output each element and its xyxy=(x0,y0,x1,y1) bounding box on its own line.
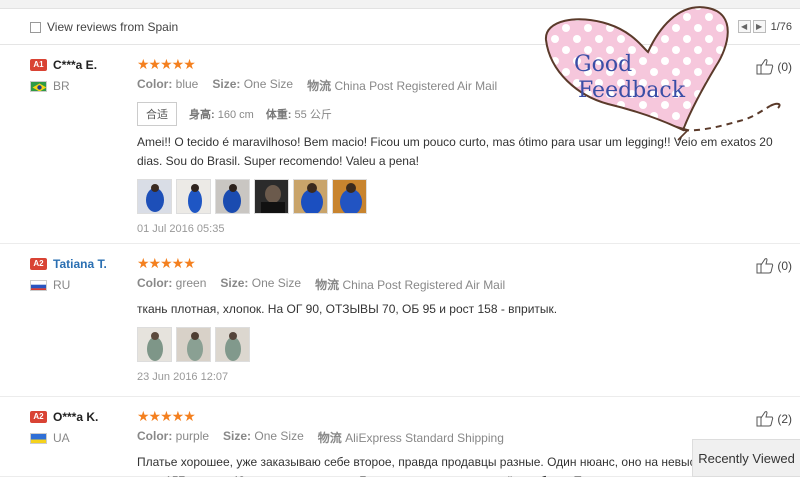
reviewer-info: A1 C***a E. BR xyxy=(30,58,130,93)
brazil-flag-icon xyxy=(30,80,47,92)
logistics-value: China Post Registered Air Mail xyxy=(342,278,506,292)
logistics-label: 物流 xyxy=(315,278,340,292)
review-date: 01 Jul 2016 05:35 xyxy=(137,223,225,235)
review-photo-thumbnail[interactable] xyxy=(215,327,250,362)
buyer-level-badge: A1 xyxy=(30,59,47,71)
review-photo-thumbnail[interactable] xyxy=(137,327,172,362)
helpful-button[interactable]: (2) xyxy=(756,410,792,427)
review-item: A2 Tatiana T. RU ★★★★★ Color: green Size… xyxy=(0,245,800,397)
height-value: 160 cm xyxy=(217,109,254,121)
russia-flag-icon xyxy=(30,279,47,291)
fit-badge: 合适 xyxy=(137,102,177,126)
review-photo-thumbnail[interactable] xyxy=(137,179,172,214)
size-label: Size: xyxy=(220,276,249,290)
reviewer-name: O***a K. xyxy=(53,410,99,424)
good-feedback-line2: Feedback xyxy=(578,78,686,103)
helpful-count: (0) xyxy=(777,258,792,273)
review-text: ткань плотная, хлопок. На ОГ 90, ОТЗЫВЫ … xyxy=(137,302,558,316)
filter-checkbox[interactable] xyxy=(30,21,41,33)
review-photos xyxy=(137,327,792,362)
size-label: Size: xyxy=(212,77,241,91)
review-photo-thumbnail[interactable] xyxy=(254,179,289,214)
weight-value: 55 公斤 xyxy=(294,109,332,121)
reviewer-name: C***a E. xyxy=(53,58,98,72)
color-label: Color: xyxy=(137,429,173,443)
reviewer-info: A2 O***a K. UA xyxy=(30,410,130,445)
thumbs-up-icon xyxy=(756,258,774,274)
buyer-level-badge: A2 xyxy=(30,258,47,270)
reviewer-info: A2 Tatiana T. RU xyxy=(30,257,130,292)
logistics-value: AliExpress Standard Shipping xyxy=(345,431,504,445)
logistics-label: 物流 xyxy=(307,79,332,93)
color-label: Color: xyxy=(137,276,173,290)
reviewer-name[interactable]: Tatiana T. xyxy=(53,257,107,271)
filter-label: View reviews from Spain xyxy=(47,20,179,34)
helpful-button[interactable]: (0) xyxy=(756,257,792,274)
star-rating: ★★★★★ xyxy=(137,255,196,271)
good-feedback-heart-sticker: Good Feedback xyxy=(538,0,798,155)
color-label: Color: xyxy=(137,77,173,91)
review-date: 23 Jun 2016 12:07 xyxy=(137,371,229,383)
size-value: One Size xyxy=(254,429,304,443)
recently-viewed-tab[interactable]: Recently Viewed xyxy=(692,439,800,477)
size-label: Size: xyxy=(223,429,252,443)
logistics-value: China Post Registered Air Mail xyxy=(334,79,498,93)
reviewer-country: RU xyxy=(53,278,71,292)
size-value: One Size xyxy=(251,276,302,290)
size-value: One Size xyxy=(243,77,294,91)
order-info: Color: green Size: One Size 物流 China Pos… xyxy=(137,276,792,293)
reviewer-country: BR xyxy=(53,79,70,93)
review-photo-thumbnail[interactable] xyxy=(176,179,211,214)
review-photo-thumbnail[interactable] xyxy=(332,179,367,214)
logistics-label: 物流 xyxy=(317,431,342,445)
review-photo-thumbnail[interactable] xyxy=(176,327,211,362)
color-value: green xyxy=(175,276,207,290)
buyer-level-badge: A2 xyxy=(30,411,47,423)
color-value: blue xyxy=(175,77,199,91)
thumbs-up-icon xyxy=(756,411,774,427)
weight-label: 体重: xyxy=(265,109,292,121)
color-value: purple xyxy=(175,429,210,443)
ukraine-flag-icon xyxy=(30,432,47,444)
good-feedback-line1: Good xyxy=(574,52,633,77)
reviewer-country: UA xyxy=(53,431,70,445)
review-item: A2 O***a K. UA ★★★★★ Color: purple Size:… xyxy=(0,398,800,477)
review-photos xyxy=(137,179,792,214)
helpful-count: (2) xyxy=(777,411,792,426)
review-photo-thumbnail[interactable] xyxy=(215,179,250,214)
country-filter[interactable]: View reviews from Spain xyxy=(30,20,178,34)
review-photo-thumbnail[interactable] xyxy=(293,179,328,214)
review-content: ★★★★★ Color: green Size: One Size 物流 Chi… xyxy=(137,255,792,383)
star-rating: ★★★★★ xyxy=(137,408,196,424)
height-label: 身高: xyxy=(189,109,215,121)
